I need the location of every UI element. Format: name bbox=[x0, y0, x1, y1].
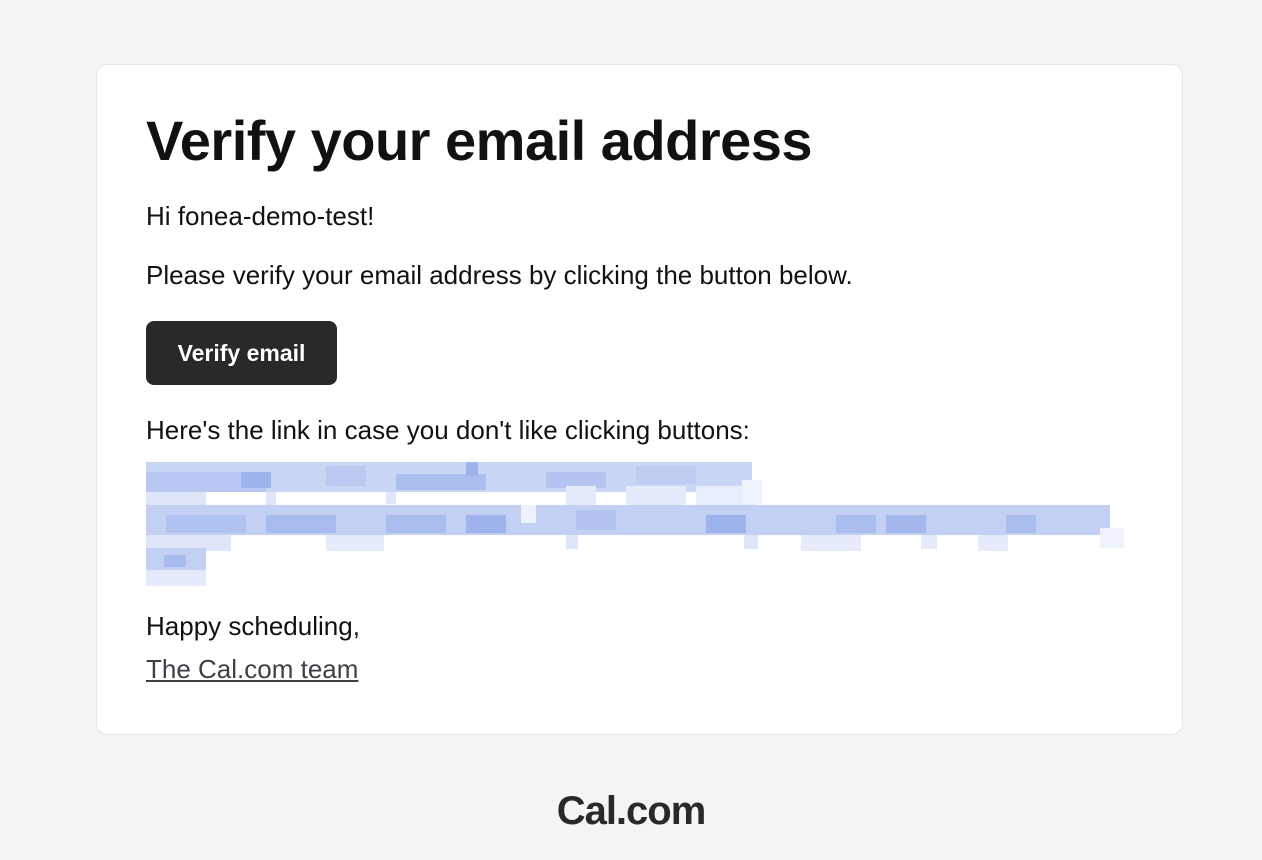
redaction-block bbox=[326, 535, 384, 551]
greeting-text: Hi fonea-demo-test! bbox=[146, 201, 375, 231]
redaction-block bbox=[742, 480, 762, 504]
cal-team-link[interactable]: The Cal.com team bbox=[146, 654, 358, 684]
redaction-block bbox=[466, 515, 506, 533]
redaction-block bbox=[266, 492, 276, 506]
redaction-block bbox=[466, 462, 478, 476]
redaction-block bbox=[576, 510, 616, 530]
redaction-block bbox=[166, 515, 246, 533]
redaction-block bbox=[921, 535, 937, 549]
email-card: Verify your email address Hi fonea-demo-… bbox=[96, 64, 1183, 735]
redaction-block bbox=[1100, 528, 1124, 548]
cal-logo: Cal.com bbox=[556, 789, 707, 833]
redaction-block bbox=[566, 535, 578, 549]
redaction-block bbox=[1006, 515, 1036, 533]
redacted-verification-link[interactable] bbox=[146, 460, 1126, 590]
redaction-block bbox=[396, 474, 486, 490]
email-title: Verify your email address bbox=[146, 109, 813, 172]
redaction-block bbox=[386, 515, 446, 533]
redaction-block bbox=[326, 466, 366, 486]
signoff-text: Happy scheduling, bbox=[146, 611, 360, 641]
link-intro-text: Here's the link in case you don't like c… bbox=[146, 415, 750, 445]
redaction-block bbox=[706, 515, 746, 533]
redaction-block bbox=[886, 515, 926, 533]
redaction-block bbox=[266, 515, 336, 533]
redaction-block bbox=[626, 486, 686, 506]
redaction-block bbox=[521, 505, 536, 523]
redaction-block bbox=[836, 515, 876, 533]
redaction-block bbox=[978, 535, 1008, 551]
redaction-block bbox=[164, 555, 186, 567]
redaction-block bbox=[546, 472, 606, 488]
redaction-block bbox=[386, 492, 396, 504]
redaction-block bbox=[801, 535, 861, 551]
redaction-block bbox=[241, 472, 271, 488]
redaction-block bbox=[636, 466, 696, 484]
redaction-block bbox=[566, 486, 596, 506]
instructions-text: Please verify your email address by clic… bbox=[146, 260, 853, 290]
verify-email-button[interactable]: Verify email bbox=[146, 321, 337, 385]
redaction-block bbox=[744, 535, 758, 549]
redaction-block bbox=[146, 570, 206, 586]
redaction-block bbox=[146, 492, 206, 506]
